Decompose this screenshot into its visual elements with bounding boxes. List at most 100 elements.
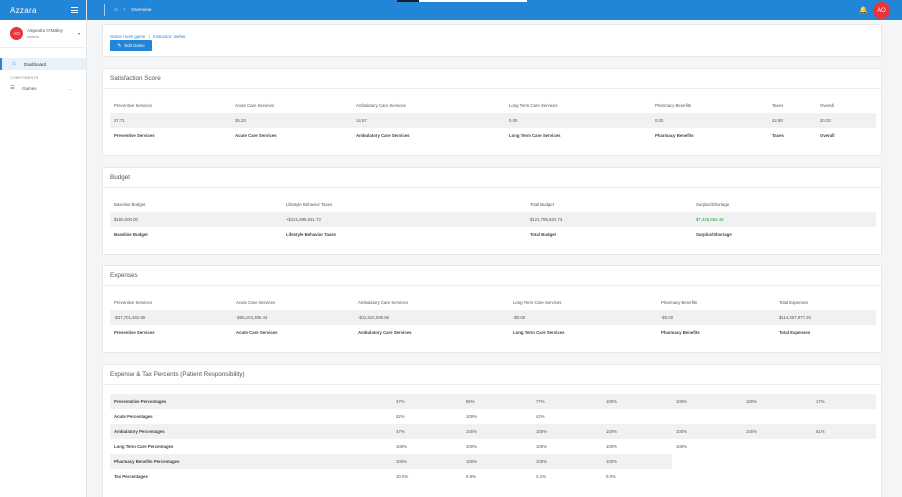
expenses-card: Expenses Preventive Services Acute Care … xyxy=(102,265,882,353)
value-cell: 100% xyxy=(466,444,477,449)
value-cell: 100% xyxy=(532,454,602,469)
footer-cell: Overall xyxy=(820,133,835,138)
card-title: Expenses xyxy=(103,266,881,286)
value-cell: 100% xyxy=(742,394,812,409)
value-cell xyxy=(742,454,812,469)
budget-card: Budget Baseline Budget Lifestyle Behavio… xyxy=(102,167,882,255)
header-cell: Preventive Services xyxy=(114,300,152,305)
header-cell: Ambulatory Care Services xyxy=(356,103,406,108)
value-cell: 100% xyxy=(602,424,672,439)
surplus-value: $7,428,654.46 xyxy=(692,212,876,227)
row-label: Preventative Percentages xyxy=(110,394,392,409)
header-cell: Taxes xyxy=(772,103,784,108)
value-cell: 100% xyxy=(602,394,672,409)
table-header-row: Baseline Budget Lifestyle Behavior Taxes… xyxy=(110,197,876,212)
table-footer-row: Preventive Services Acute Care Services … xyxy=(110,325,876,340)
separator: | xyxy=(148,34,150,39)
menu-toggle-icon[interactable] xyxy=(71,7,78,13)
user-panel[interactable]: AO Alejandra O'Malley student ▾ xyxy=(0,20,86,48)
value-cell: 100% xyxy=(532,424,602,439)
footer-cell: Pharmacy Benefits xyxy=(655,133,694,138)
header-cell: Ambulatory Care Services xyxy=(358,300,408,305)
value-cell: -$0.00 xyxy=(509,310,657,325)
value-cell: 20.02 xyxy=(816,113,876,128)
value-cell: 0.00 xyxy=(651,113,768,128)
sidebar-item-dashboard[interactable]: ⌂ Dashboard xyxy=(0,58,86,70)
value-cell: 47% xyxy=(392,424,462,439)
game-link[interactable]: Game room game xyxy=(110,34,145,39)
header-cell: Surplus/Shortage xyxy=(696,202,730,207)
budget-table: Baseline Budget Lifestyle Behavior Taxes… xyxy=(110,197,876,242)
sidebar-item-label: Games xyxy=(22,85,37,91)
game-links: Game room game | Instructor: weber xyxy=(110,34,186,39)
value-cell: 27.71 xyxy=(110,113,231,128)
value-cell: 35.33 xyxy=(231,113,352,128)
satisfaction-card: Satisfaction Score Preventive Services A… xyxy=(102,68,882,156)
instructor-link[interactable]: Instructor: weber xyxy=(153,34,186,39)
header-cell: Total Expenses xyxy=(779,300,809,305)
expenses-table: Preventive Services Acute Care Services … xyxy=(110,295,876,340)
value-cell: -$65,104,385.44 xyxy=(232,310,354,325)
brand-name[interactable]: Azzara xyxy=(10,6,37,15)
value-cell: $121,786,631.73 xyxy=(526,212,692,227)
table-footer-row: Baseline Budget Lifestyle Behavior Taxes… xyxy=(110,227,876,242)
footer-cell: Surplus/Shortage xyxy=(696,232,732,237)
value-cell: 0.00 xyxy=(505,113,651,128)
value-cell xyxy=(672,409,742,424)
breadcrumb-current[interactable]: Overview xyxy=(131,8,151,13)
header-cell: Long Term Care Services xyxy=(509,103,558,108)
value-cell xyxy=(672,469,742,484)
value-cell xyxy=(742,469,812,484)
value-cell: 100% xyxy=(396,444,407,449)
footer-cell: Taxes xyxy=(772,133,784,138)
value-cell: 100% xyxy=(462,454,532,469)
row-label: Tax Percentages xyxy=(114,474,148,479)
divider xyxy=(104,4,105,16)
value-cell: $150,000.00 xyxy=(110,212,282,227)
footer-cell: Acute Care Services xyxy=(236,330,278,335)
value-cell: 3.2% xyxy=(536,474,546,479)
overview-card: Game room game | Instructor: weber ✎ Edi… xyxy=(102,24,882,57)
home-icon: ⌂ xyxy=(12,61,16,67)
value-cell: 14.57 xyxy=(352,113,505,128)
value-cell: -$0.00 xyxy=(657,310,775,325)
sidebar-item-games[interactable]: ☰ Games ⌄ xyxy=(0,82,86,94)
bell-icon[interactable]: 🔔 xyxy=(859,6,868,14)
card-title: Expense & Tax Percents (Patient Responsi… xyxy=(103,365,881,385)
value-cell xyxy=(812,469,876,484)
value-cell: 77% xyxy=(532,394,602,409)
value-cell: $114,357,977.25 xyxy=(775,310,876,325)
avatar[interactable]: AO xyxy=(10,27,23,40)
value-cell: 100% xyxy=(466,414,477,419)
header-cell: Pharmacy Benefits xyxy=(655,103,692,108)
avatar[interactable]: AO xyxy=(873,2,890,19)
edit-game-button[interactable]: ✎ Edit Game xyxy=(110,40,152,51)
value-cell: 100% xyxy=(462,424,532,439)
row-label: Pharmacy Benefits Percentages xyxy=(110,454,392,469)
footer-cell: Ambulatory Care Services xyxy=(356,133,410,138)
card-title: Satisfaction Score xyxy=(103,69,881,89)
value-cell: 100% xyxy=(392,454,462,469)
table-row: $150,000.00 +$121,686,631.73 $121,786,63… xyxy=(110,212,876,227)
satisfaction-table: Preventive Services Acute Care Services … xyxy=(110,98,876,143)
value-cell xyxy=(812,409,876,424)
value-cell: 100% xyxy=(742,424,812,439)
header-cell: Acute Care Services xyxy=(235,103,275,108)
value-cell: 85% xyxy=(462,394,532,409)
value-cell: 100% xyxy=(602,454,672,469)
breadcrumb-home-icon[interactable]: ⌂ xyxy=(114,7,118,13)
table-row: -$37,701,462.86 -$65,104,385.44 -$11,522… xyxy=(110,310,876,325)
value-cell xyxy=(672,454,742,469)
header-cell: Total Budget xyxy=(530,202,554,207)
value-cell: -$11,522,038.95 xyxy=(354,310,509,325)
value-cell: 51% xyxy=(812,424,876,439)
chevron-down-icon[interactable]: ▾ xyxy=(78,31,80,36)
table-row: Preventative Percentages 47% 85% 77% 100… xyxy=(110,394,876,409)
value-cell: 52% xyxy=(396,414,405,419)
table-row: Acute Percentages 52% 100% 42% xyxy=(110,409,876,424)
value-cell: 100% xyxy=(676,444,687,449)
sidebar-item-label: Dashboard xyxy=(24,61,47,67)
value-cell: +$121,686,631.73 xyxy=(282,212,526,227)
value-cell xyxy=(812,439,876,454)
footer-cell: Total Budget xyxy=(530,232,556,237)
